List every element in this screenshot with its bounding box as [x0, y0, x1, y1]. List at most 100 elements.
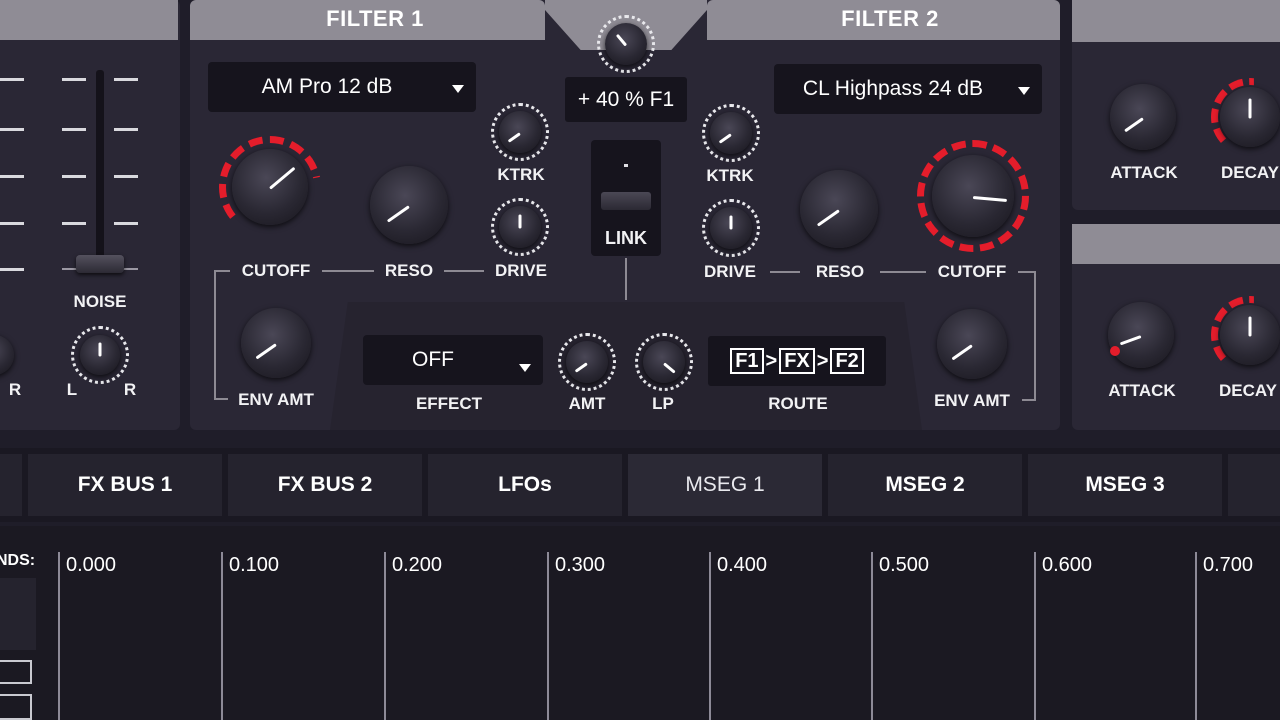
- filter2-reso-knob[interactable]: [800, 170, 878, 248]
- mseg-grid-line: [1034, 552, 1036, 720]
- link-toggle: [601, 192, 651, 210]
- filter2-type-dropdown[interactable]: CL Highpass 24 dB: [774, 64, 1042, 114]
- filter1-cutoff-knob[interactable]: [232, 149, 308, 225]
- tab-mseg-3[interactable]: MSEG 3: [1028, 454, 1222, 516]
- filter1-env-amt-label: ENV AMT: [238, 390, 314, 409]
- env2-decay-knob[interactable]: [1220, 305, 1280, 365]
- filter-balance-knob[interactable]: [605, 23, 647, 65]
- mseg-left-button[interactable]: [0, 694, 32, 720]
- mseg-grid-label: 0.000: [66, 554, 117, 576]
- filter1-type-dropdown[interactable]: AM Pro 12 dB: [208, 62, 476, 112]
- filter1-link-line: [444, 270, 484, 272]
- noise-fader-track: [96, 70, 104, 270]
- filter-balance-value: + 40 % F1: [577, 87, 675, 111]
- route-label: ROUTE: [768, 394, 828, 413]
- mseg-grid-label: 0.300: [555, 554, 606, 576]
- mseg-grid-line: [221, 552, 223, 720]
- filter2-cutoff-label: CUTOFF: [937, 262, 1007, 281]
- filter1-drive-label: DRIVE: [495, 261, 547, 280]
- mseg-grid-line: [58, 552, 60, 720]
- tab-mseg-1[interactable]: MSEG 1: [628, 454, 822, 516]
- route-f1-box: F1: [730, 348, 764, 374]
- tab-fx-bus-1[interactable]: FX BUS 1: [28, 454, 222, 516]
- filter1-reso-label: RESO: [384, 261, 434, 280]
- filter2-title: FILTER 2: [841, 6, 939, 31]
- noise-pan-knob[interactable]: [80, 335, 120, 375]
- link-switch[interactable]: LINK: [591, 140, 661, 256]
- env1-attack-label: ATTACK: [1110, 163, 1178, 182]
- route-fx-box: FX: [779, 348, 815, 374]
- filter1-ktrk-knob[interactable]: [499, 111, 541, 153]
- filter1-link-line: [322, 270, 374, 272]
- filter2-bracket: [1022, 399, 1036, 401]
- filter1-title: FILTER 1: [326, 6, 424, 31]
- route-arrow: >: [765, 349, 778, 372]
- noise-label: NOISE: [73, 292, 127, 311]
- filter1-bracket: [214, 270, 216, 400]
- env2-attack-knob[interactable]: [1108, 302, 1174, 368]
- tab-mseg-2[interactable]: MSEG 2: [828, 454, 1022, 516]
- tab-more[interactable]: [1228, 454, 1280, 516]
- link-indicator: [624, 164, 628, 167]
- mseg-grid-label: 0.400: [717, 554, 768, 576]
- effect-label: EFFECT: [415, 394, 483, 413]
- filter2-link-line: [880, 271, 926, 273]
- env1-decay-knob[interactable]: [1220, 87, 1280, 147]
- filter2-link-line: [770, 271, 800, 273]
- route-selector[interactable]: F1 > FX > F2: [708, 336, 886, 386]
- filter2-ktrk-knob[interactable]: [710, 112, 752, 154]
- env1-attack-knob[interactable]: [1110, 84, 1176, 150]
- chevron-down-icon: [1018, 87, 1030, 95]
- filter2-env-amt-label: ENV AMT: [934, 391, 1010, 410]
- filter1-bracket: [214, 270, 230, 272]
- fx-lp-knob[interactable]: [643, 341, 685, 383]
- mseg-left-button[interactable]: [0, 660, 32, 684]
- filter1-bracket: [214, 398, 228, 400]
- link-label: LINK: [605, 228, 647, 248]
- chevron-down-icon: [519, 364, 531, 372]
- fx-amt-label: AMT: [568, 394, 606, 413]
- envelope1-header: [1072, 0, 1280, 42]
- filter1-reso-knob[interactable]: [370, 166, 448, 244]
- filter2-drive-label: DRIVE: [704, 262, 756, 281]
- filter1-type-value: AM Pro 12 dB: [261, 75, 393, 98]
- filter1-env-amt-knob[interactable]: [241, 308, 311, 378]
- env2-attack-label: ATTACK: [1108, 381, 1176, 400]
- mseg-grid-line: [384, 552, 386, 720]
- filter1-cutoff-label: CUTOFF: [241, 261, 311, 280]
- mseg-grid-label: 0.700: [1203, 554, 1254, 576]
- mseg-left-label: NDS:: [0, 552, 36, 569]
- filter2-type-value: CL Highpass 24 dB: [802, 77, 984, 100]
- mseg-grid-label: 0.600: [1042, 554, 1093, 576]
- mseg-grid-label: 0.500: [879, 554, 930, 576]
- filter2-bracket: [1034, 271, 1036, 401]
- filter2-env-amt-knob[interactable]: [937, 309, 1007, 379]
- filter2-cutoff-knob[interactable]: [932, 155, 1014, 237]
- filter1-drive-knob[interactable]: [499, 206, 541, 248]
- filter1-ktrk-label: KTRK: [497, 165, 545, 184]
- tab-lfos[interactable]: LFOs: [428, 454, 622, 516]
- effect-dropdown[interactable]: OFF: [363, 335, 543, 385]
- center-divider: [625, 258, 627, 300]
- filter2-reso-label: RESO: [815, 262, 865, 281]
- chevron-down-icon: [452, 85, 464, 93]
- tab-fx-bus-2[interactable]: FX BUS 2: [228, 454, 422, 516]
- filter2-drive-knob[interactable]: [710, 207, 752, 249]
- mseg-grid-label: 0.200: [392, 554, 443, 576]
- filter-balance-display: + 40 % F1: [565, 77, 687, 122]
- mseg-grid-label: 0.100: [229, 554, 280, 576]
- noise-panel-header: [0, 0, 178, 40]
- route-f2-box: F2: [830, 348, 864, 374]
- mseg-grid-line: [871, 552, 873, 720]
- env1-decay-label: DECAY: [1221, 163, 1279, 182]
- mseg-left-box: [0, 578, 36, 650]
- mseg-grid-line: [709, 552, 711, 720]
- fx-amt-knob[interactable]: [566, 341, 608, 383]
- mseg-grid-line: [1195, 552, 1197, 720]
- fx-lp-label: LP: [652, 394, 674, 413]
- filter2-ktrk-label: KTRK: [706, 166, 754, 185]
- noise-pan-l-label: L: [66, 380, 78, 399]
- tab-blank[interactable]: [0, 454, 22, 516]
- noise-pan-r-label: R: [123, 380, 137, 399]
- noise-fader-handle[interactable]: [76, 255, 124, 273]
